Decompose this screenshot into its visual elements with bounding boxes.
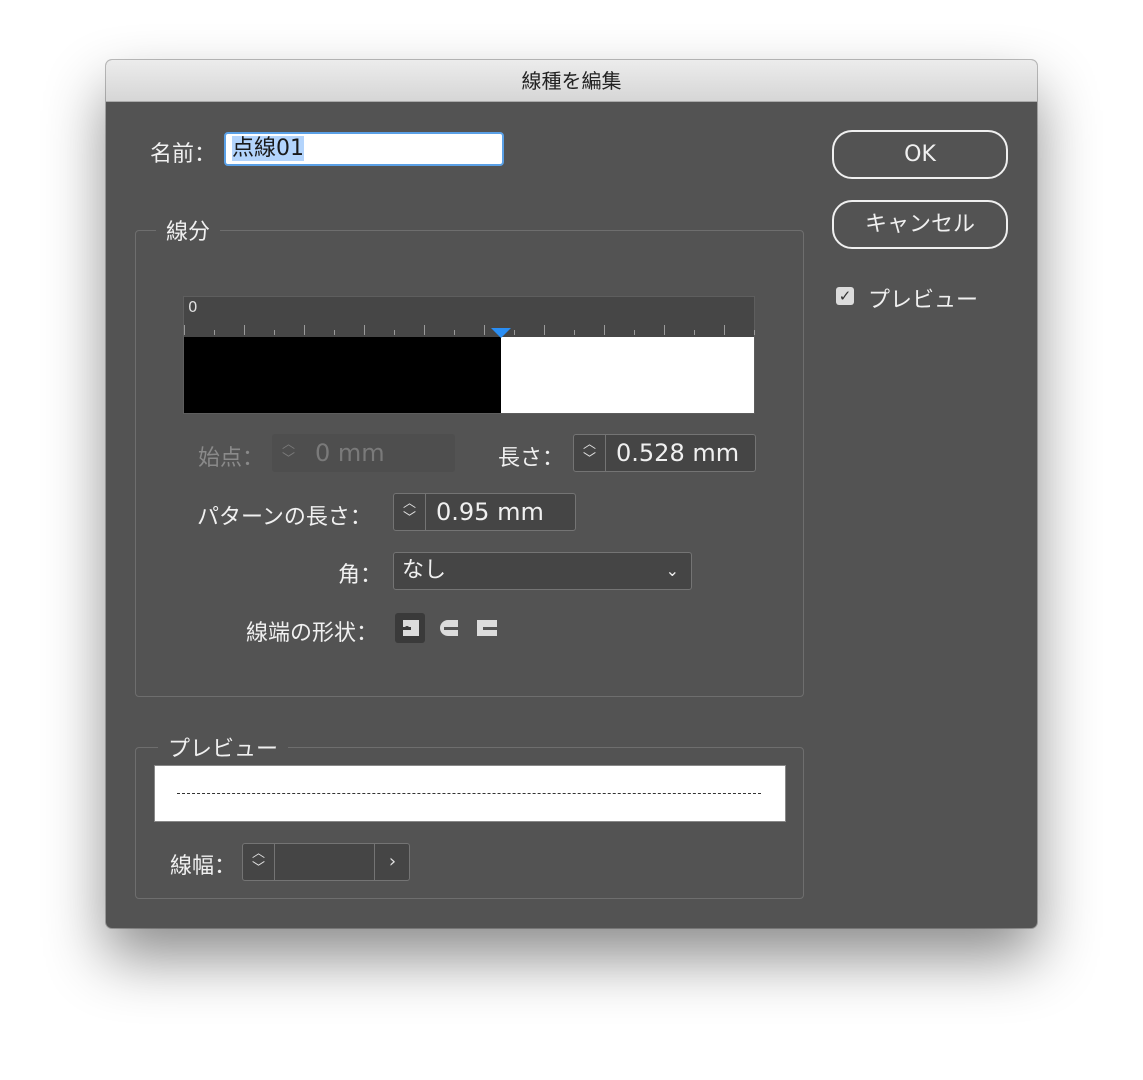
corner-select[interactable]: なし ⌄ xyxy=(393,552,692,590)
ruler-tick xyxy=(304,325,305,335)
cap-shape-label: 線端の形状： xyxy=(246,621,379,646)
stroke-width-stepper-icon[interactable]: ︿ ﹀ xyxy=(243,844,275,880)
chevron-right-icon[interactable]: › xyxy=(374,844,410,880)
cancel-button[interactable]: キャンセル xyxy=(832,200,1008,249)
projecting-cap-button[interactable] xyxy=(473,613,503,643)
name-input[interactable]: 点線01 xyxy=(224,132,504,166)
preview-checkbox-label[interactable]: プレビュー xyxy=(868,282,978,314)
length-value[interactable]: 0.528 mm xyxy=(616,435,739,472)
start-stepper-icon: ︿ ﹀ xyxy=(281,437,295,467)
preview-checkbox[interactable]: ✓ xyxy=(836,287,854,305)
start-label: 始点： xyxy=(198,446,265,471)
ruler-tick xyxy=(574,330,575,335)
ruler-tick xyxy=(274,330,275,335)
stroke-width-label: 線幅： xyxy=(170,854,237,879)
ruler-tick xyxy=(514,330,515,335)
stroke-width-field[interactable]: ︿ ﹀ › xyxy=(242,843,410,881)
ruler-tick xyxy=(484,325,485,335)
start-value: 0 mm xyxy=(315,439,385,467)
butt-cap-button[interactable] xyxy=(395,613,425,643)
pattern-length-value[interactable]: 0.95 mm xyxy=(436,494,544,531)
segment-group-title: 線分 xyxy=(156,214,221,246)
projecting-cap-icon xyxy=(477,620,497,636)
pattern-length-field[interactable]: ︿ ﹀ 0.95 mm xyxy=(393,493,576,531)
stroke-preview xyxy=(154,765,786,822)
ruler-zero-label: 0 xyxy=(188,298,198,316)
dash-ruler[interactable]: 0 xyxy=(183,296,755,414)
length-stepper-icon[interactable]: ︿ ﹀ xyxy=(574,435,606,471)
ok-button[interactable]: OK xyxy=(832,130,1008,179)
ruler-tick xyxy=(544,325,545,335)
corner-value: なし xyxy=(402,558,447,583)
corner-label: 角： xyxy=(338,563,383,588)
pattern-length-label: パターンの長さ： xyxy=(197,505,372,530)
ruler-tick xyxy=(754,330,755,335)
name-label: 名前： xyxy=(150,142,217,167)
window-title: 線種を編集 xyxy=(106,60,1037,102)
ruler-tick xyxy=(364,325,365,335)
ruler-tick xyxy=(214,330,215,335)
ruler-tick xyxy=(664,325,665,335)
dashed-line-preview xyxy=(177,793,761,794)
length-label: 長さ： xyxy=(498,446,565,471)
ruler-tick xyxy=(604,325,605,335)
ruler-tick xyxy=(454,330,455,335)
preview-group-title: プレビュー xyxy=(158,731,289,763)
ruler-tick xyxy=(184,325,185,335)
dash-end-marker-icon[interactable] xyxy=(491,328,511,338)
ruler-tick xyxy=(724,325,725,335)
ruler-tick xyxy=(244,325,245,335)
length-field[interactable]: ︿ ﹀ 0.528 mm xyxy=(573,434,756,472)
chevron-down-icon: ⌄ xyxy=(665,561,679,580)
gap-segment[interactable] xyxy=(501,337,754,413)
dash-segment[interactable] xyxy=(184,337,501,413)
ruler-tick xyxy=(424,325,425,335)
ruler-tick xyxy=(394,330,395,335)
ruler-tick xyxy=(694,330,695,335)
ruler-tick xyxy=(334,330,335,335)
ruler-tick xyxy=(634,330,635,335)
butt-cap-icon xyxy=(399,620,419,636)
edit-stroke-dialog: 線種を編集 名前： 点線01 OK キャンセル ✓ プレビュー 線分 0 始点：… xyxy=(106,60,1037,928)
pattern-length-stepper-icon[interactable]: ︿ ﹀ xyxy=(394,494,426,530)
round-cap-icon xyxy=(440,620,458,636)
name-input-value: 点線01 xyxy=(232,136,304,161)
round-cap-button[interactable] xyxy=(434,613,464,643)
start-field: ︿ ﹀ 0 mm xyxy=(272,434,455,472)
